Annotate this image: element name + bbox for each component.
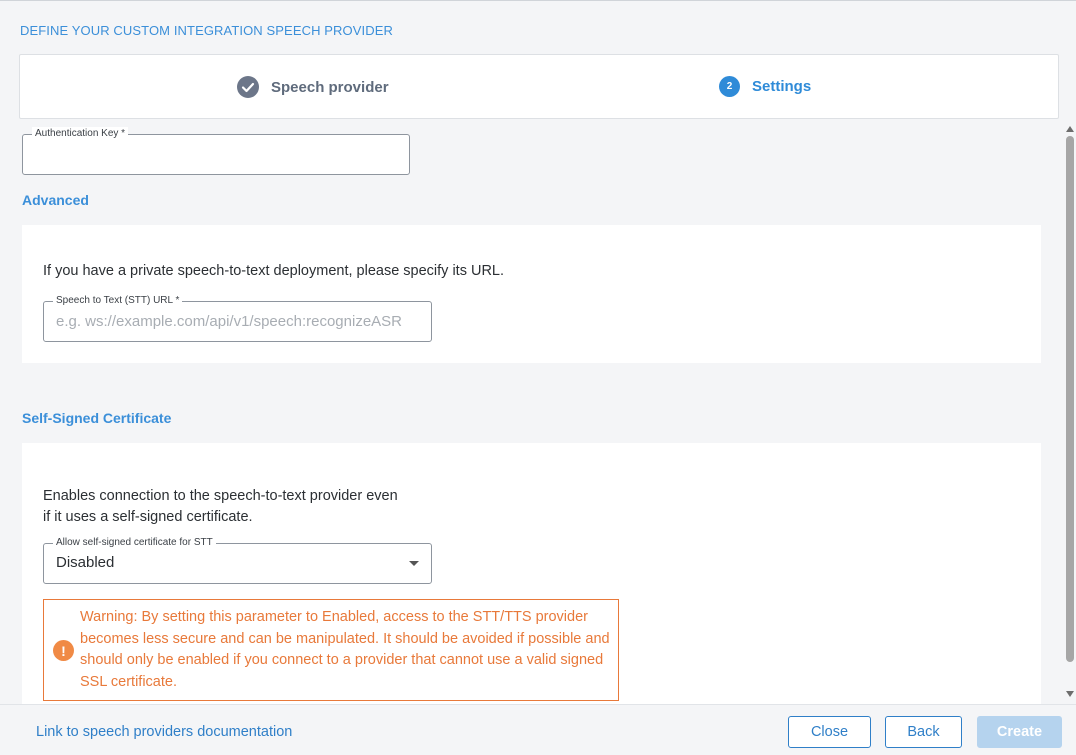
self-signed-certificate-label: Allow self-signed certificate for STT <box>53 536 216 550</box>
chevron-down-icon <box>409 561 419 566</box>
create-button[interactable]: Create <box>977 716 1062 748</box>
advanced-card: If you have a private speech-to-text dep… <box>22 225 1041 363</box>
stt-url-placeholder: e.g. ws://example.com/api/v1/speech:reco… <box>56 313 403 330</box>
certificate-description-line-1: Enables connection to the speech-to-text… <box>43 488 398 504</box>
stepper: Speech provider 2 Settings <box>19 54 1059 119</box>
exclamation-icon: ! <box>53 640 74 661</box>
speech-providers-documentation-link[interactable]: Link to speech providers documentation <box>36 724 292 740</box>
step-speech-provider[interactable]: Speech provider <box>237 76 389 98</box>
scroll-down-arrow-icon[interactable] <box>1066 691 1074 697</box>
certificate-section-title: Self-Signed Certificate <box>22 410 172 426</box>
authentication-key-field[interactable]: Authentication Key * <box>22 127 410 175</box>
scroll-up-arrow-icon[interactable] <box>1066 126 1074 132</box>
step-settings[interactable]: 2 Settings <box>719 76 811 97</box>
vertical-scrollbar[interactable] <box>1064 120 1076 704</box>
warning-box: ! Warning: By setting this parameter to … <box>43 599 619 701</box>
self-signed-certificate-select[interactable]: Allow self-signed certificate for STT Di… <box>43 536 432 584</box>
step-number-badge: 2 <box>719 76 740 97</box>
check-circle-icon <box>237 76 259 98</box>
certificate-description-line-2: if it uses a self-signed certificate. <box>43 509 253 525</box>
advanced-section-title: Advanced <box>22 192 89 208</box>
stt-url-label: Speech to Text (STT) URL * <box>53 294 183 308</box>
page-heading: DEFINE YOUR CUSTOM INTEGRATION SPEECH PR… <box>20 23 393 38</box>
close-button[interactable]: Close <box>788 716 871 748</box>
settings-scroll-area: Authentication Key * Advanced If you hav… <box>0 120 1064 704</box>
self-signed-certificate-value: Disabled <box>56 554 115 571</box>
step-label: Settings <box>752 78 812 95</box>
authentication-key-label: Authentication Key * <box>32 127 129 141</box>
warning-text: Warning: By setting this parameter to En… <box>80 609 610 690</box>
top-border <box>0 0 1076 1</box>
stt-url-field[interactable]: Speech to Text (STT) URL * e.g. ws://exa… <box>43 294 432 342</box>
advanced-description: If you have a private speech-to-text dep… <box>43 263 505 279</box>
scrollbar-thumb[interactable] <box>1066 136 1074 662</box>
step-label: Speech provider <box>271 78 389 96</box>
certificate-card: Enables connection to the speech-to-text… <box>22 443 1041 704</box>
dialog-footer: Link to speech providers documentation C… <box>0 704 1076 755</box>
back-button[interactable]: Back <box>885 716 962 748</box>
